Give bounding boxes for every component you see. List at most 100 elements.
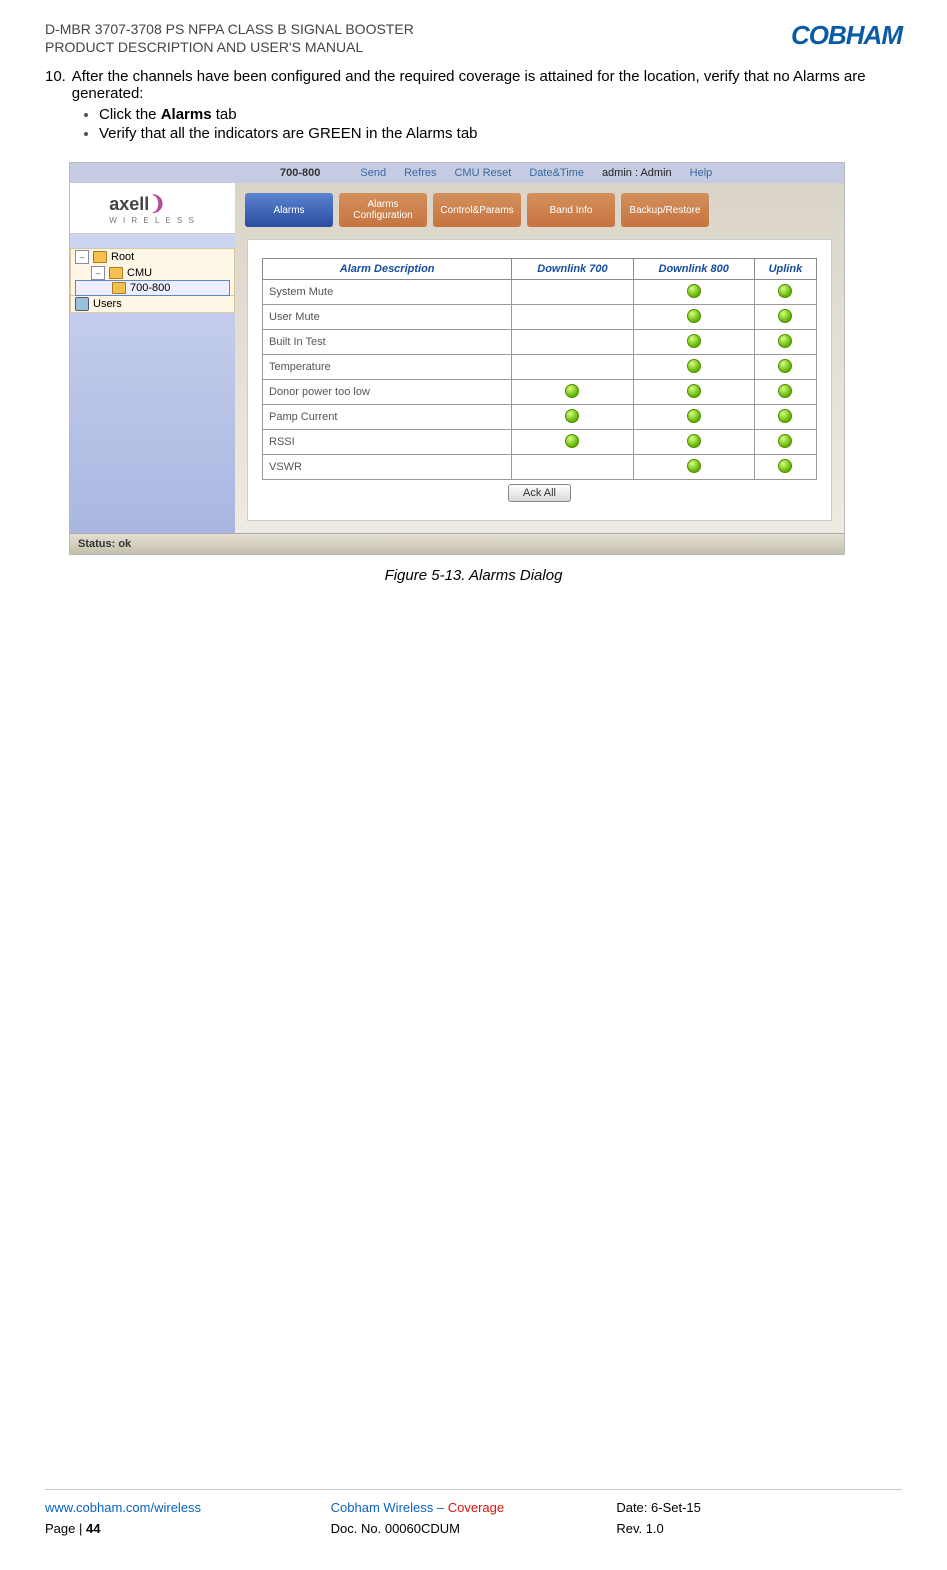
col-alarm-desc: Alarm Description <box>263 259 512 280</box>
folder-icon <box>109 267 123 279</box>
step-number: 10. <box>45 68 72 102</box>
alarm-indicator <box>754 380 816 405</box>
alarm-indicator <box>754 330 816 355</box>
alarm-indicator <box>512 330 633 355</box>
topbar-cmu-reset-link[interactable]: CMU Reset <box>454 167 511 179</box>
footer-date: Date: 6-Set-15 <box>616 1500 701 1515</box>
alarm-name: RSSI <box>263 430 512 455</box>
col-uplink: Uplink <box>754 259 816 280</box>
footer-mid-coverage: Coverage <box>448 1500 504 1515</box>
users-icon <box>75 297 89 311</box>
alarm-indicator <box>633 380 754 405</box>
topbar-datetime-link[interactable]: Date&Time <box>529 167 584 179</box>
alarm-name: Donor power too low <box>263 380 512 405</box>
alarm-indicator <box>754 355 816 380</box>
footer-mid-brand: Cobham Wireless <box>331 1500 434 1515</box>
alarm-indicator <box>633 280 754 305</box>
folder-icon <box>93 251 107 263</box>
alarm-indicator <box>512 305 633 330</box>
alarm-indicator <box>754 280 816 305</box>
table-row: Built In Test <box>263 330 817 355</box>
tab-control-params[interactable]: Control&Params <box>433 193 521 227</box>
alarm-indicator <box>633 405 754 430</box>
folder-icon <box>112 282 126 294</box>
topbar-title: 700-800 <box>280 167 320 179</box>
alarm-name: User Mute <box>263 305 512 330</box>
status-green-icon <box>778 359 792 373</box>
footer-page-label: Page | <box>45 1521 86 1536</box>
tab-band-info[interactable]: Band Info <box>527 193 615 227</box>
topbar-refresh-link[interactable]: Refres <box>404 167 436 179</box>
footer-rev: Rev. 1.0 <box>616 1521 663 1536</box>
bullet-2: Verify that all the indicators are GREEN… <box>99 125 902 142</box>
header-line2: PRODUCT DESCRIPTION AND USER'S MANUAL <box>45 38 414 56</box>
collapse-icon[interactable]: – <box>91 266 105 280</box>
axell-logo-panel: axell❩W I R E L E S S <box>70 183 235 234</box>
alarm-indicator <box>633 430 754 455</box>
footer-url[interactable]: www.cobham.com/wireless <box>45 1500 201 1515</box>
status-green-icon <box>778 334 792 348</box>
col-downlink700: Downlink 700 <box>512 259 633 280</box>
figure-caption: Figure 5-13. Alarms Dialog <box>45 567 902 584</box>
alarm-indicator <box>633 455 754 480</box>
table-row: VSWR <box>263 455 817 480</box>
status-green-icon <box>778 309 792 323</box>
footer-doc-no: Doc. No. 00060CDUM <box>331 1521 460 1536</box>
ack-all-button[interactable]: Ack All <box>508 484 571 502</box>
alarm-indicator <box>512 405 633 430</box>
status-green-icon <box>687 409 701 423</box>
status-green-icon <box>687 384 701 398</box>
alarm-indicator <box>754 455 816 480</box>
alarm-name: Temperature <box>263 355 512 380</box>
footer-page-num: 44 <box>86 1521 100 1536</box>
status-green-icon <box>565 434 579 448</box>
alarm-indicator <box>633 355 754 380</box>
status-green-icon <box>778 284 792 298</box>
topbar-send-link[interactable]: Send <box>360 167 386 179</box>
tab-backup-restore[interactable]: Backup/Restore <box>621 193 709 227</box>
status-green-icon <box>565 409 579 423</box>
bullet-1: Click the Alarms tab <box>99 106 902 123</box>
status-green-icon <box>687 434 701 448</box>
alarm-indicator <box>512 355 633 380</box>
brand-logo: COBHAM <box>791 20 902 51</box>
table-row: Pamp Current <box>263 405 817 430</box>
tree-users[interactable]: Users <box>71 296 234 312</box>
alarm-name: Built In Test <box>263 330 512 355</box>
alarm-indicator <box>633 330 754 355</box>
status-green-icon <box>687 334 701 348</box>
alarm-indicator <box>633 305 754 330</box>
status-green-icon <box>778 434 792 448</box>
tab-alarms-config[interactable]: Alarms Configuration <box>339 193 427 227</box>
tree-root[interactable]: – Root <box>71 249 234 265</box>
alarm-indicator <box>512 280 633 305</box>
alarm-indicator <box>754 305 816 330</box>
status-bar: Status: ok <box>70 533 844 554</box>
collapse-icon[interactable]: – <box>75 250 89 264</box>
table-row: System Mute <box>263 280 817 305</box>
status-green-icon <box>687 459 701 473</box>
alarm-indicator <box>754 405 816 430</box>
status-green-icon <box>778 409 792 423</box>
tab-alarms[interactable]: Alarms <box>245 193 333 227</box>
tree-panel: – Root – CMU 700-800 <box>70 234 235 533</box>
tree-node-700-800[interactable]: 700-800 <box>75 280 230 296</box>
col-downlink800: Downlink 800 <box>633 259 754 280</box>
tree-cmu[interactable]: – CMU <box>71 265 234 281</box>
table-row: User Mute <box>263 305 817 330</box>
status-green-icon <box>778 384 792 398</box>
status-green-icon <box>565 384 579 398</box>
alarm-name: Pamp Current <box>263 405 512 430</box>
alarms-table: Alarm Description Downlink 700 Downlink … <box>262 258 817 480</box>
alarm-name: System Mute <box>263 280 512 305</box>
table-row: RSSI <box>263 430 817 455</box>
topbar-help-link[interactable]: Help <box>690 167 713 179</box>
table-row: Temperature <box>263 355 817 380</box>
alarm-indicator <box>512 455 633 480</box>
status-green-icon <box>687 309 701 323</box>
alarms-dialog-figure: 700-800 Send Refres CMU Reset Date&Time … <box>69 162 845 555</box>
header-line1: D-MBR 3707-3708 PS NFPA CLASS B SIGNAL B… <box>45 20 414 38</box>
status-green-icon <box>778 459 792 473</box>
topbar-user: admin : Admin <box>602 167 672 179</box>
alarm-indicator <box>512 430 633 455</box>
